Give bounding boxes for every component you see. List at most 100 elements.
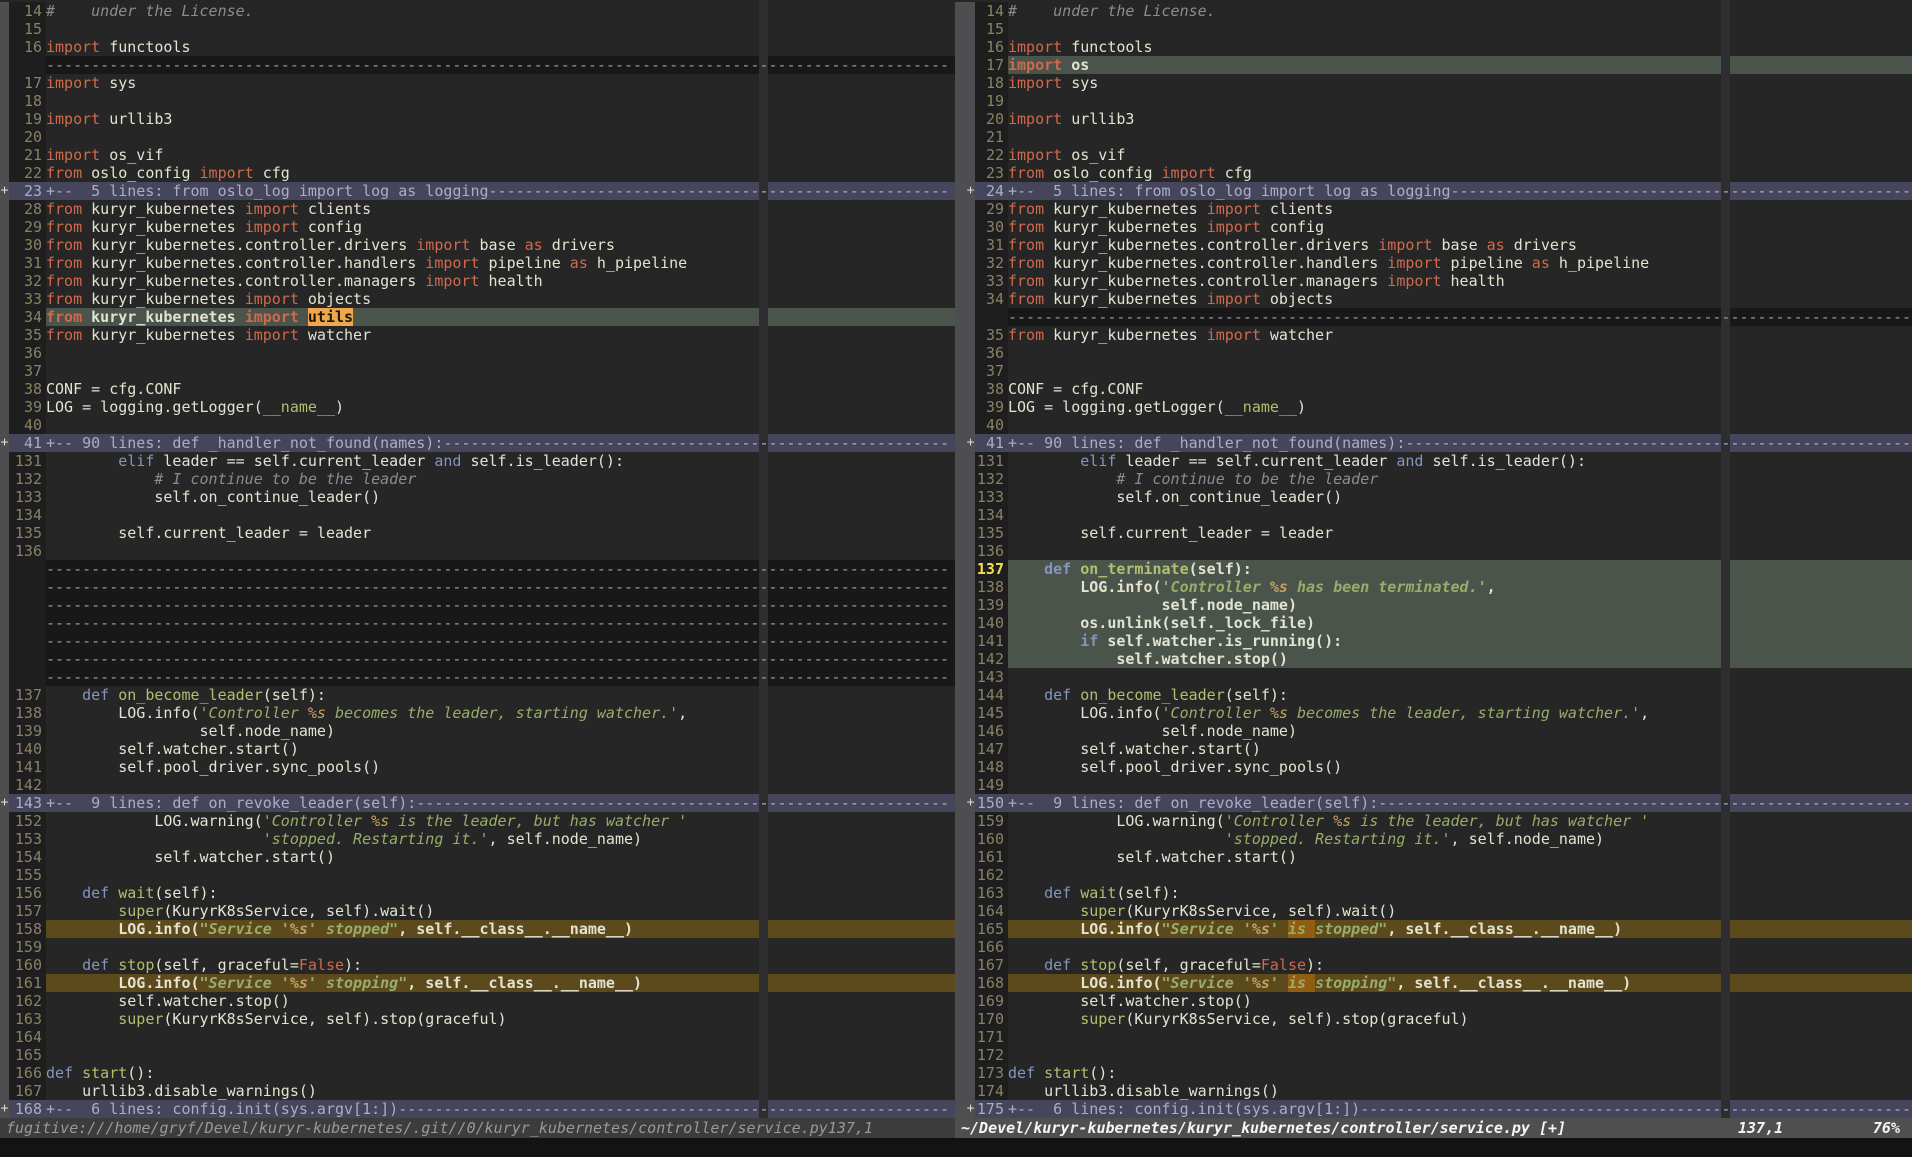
line-text[interactable]: CONF = cfg.CONF [46,380,955,398]
diff-filler-line[interactable]: ----------------------------------------… [0,578,955,596]
code-line[interactable]: 132 # I continue to be the leader [0,470,955,488]
code-line[interactable]: 146 self.node_name) [955,722,1912,740]
code-line[interactable]: 32from kuryr_kubernetes.controller.handl… [955,254,1912,272]
line-text[interactable]: from kuryr_kubernetes.controller.drivers… [1008,236,1912,254]
diff-filler-line[interactable]: ----------------------------------------… [0,650,955,668]
code-line[interactable]: 138 LOG.info('Controller %s becomes the … [0,704,955,722]
line-text[interactable] [1008,128,1912,146]
line-text[interactable]: from kuryr_kubernetes.controller.handler… [46,254,955,272]
line-text[interactable]: ----------------------------------------… [46,614,955,632]
code-line[interactable]: 136 [955,542,1912,560]
line-text[interactable]: self.on_continue_leader() [46,488,955,506]
code-line[interactable]: 18import sys [955,74,1912,92]
line-text[interactable]: self.on_continue_leader() [1008,488,1912,506]
diff-filler-line[interactable]: ----------------------------------------… [0,614,955,632]
line-text[interactable] [1008,344,1912,362]
line-text[interactable]: LOG.info('Controller %s becomes the lead… [1008,704,1912,722]
line-text[interactable] [46,92,955,110]
fold-line[interactable]: +41+-- 90 lines: def _handler_not_found(… [0,434,955,452]
line-text[interactable]: 'stopped. Restarting it.', self.node_nam… [46,830,955,848]
code-line[interactable]: 35from kuryr_kubernetes import watcher [955,326,1912,344]
line-text[interactable]: +-- 9 lines: def on_revoke_leader(self):… [46,794,955,812]
code-line[interactable]: 14# under the License. [955,2,1912,20]
code-line[interactable]: 169 self.watcher.stop() [955,992,1912,1010]
line-text[interactable]: from kuryr_kubernetes import config [46,218,955,236]
code-line[interactable]: 139 self.node_name) [0,722,955,740]
line-text[interactable]: # under the License. [46,2,955,20]
code-line[interactable]: 131 elif leader == self.current_leader a… [955,452,1912,470]
fold-line[interactable]: +41+-- 90 lines: def _handler_not_found(… [955,434,1912,452]
line-text[interactable]: self.watcher.stop() [46,992,955,1010]
line-text[interactable]: self.node_name) [1008,722,1912,740]
code-line[interactable]: 170 super(KuryrK8sService, self).stop(gr… [955,1010,1912,1028]
line-text[interactable] [46,416,955,434]
code-line[interactable]: 29from kuryr_kubernetes import config [0,218,955,236]
code-line[interactable]: 165 [0,1046,955,1064]
diff-filler-line[interactable]: ----------------------------------------… [0,632,955,650]
code-line[interactable]: 174 urllib3.disable_warnings() [955,1082,1912,1100]
line-text[interactable]: elif leader == self.current_leader and s… [1008,452,1912,470]
line-text[interactable]: self.watcher.stop() [1008,992,1912,1010]
line-text[interactable]: from kuryr_kubernetes import objects [1008,290,1912,308]
line-text[interactable]: elif leader == self.current_leader and s… [46,452,955,470]
code-line[interactable]: 132 # I continue to be the leader [955,470,1912,488]
diff-filler-line[interactable]: ----------------------------------------… [0,668,955,686]
line-text[interactable]: LOG.info("Service '%s' is stopped", self… [1008,920,1912,938]
code-line[interactable]: 161 self.watcher.start() [955,848,1912,866]
code-line[interactable]: 161 LOG.info("Service '%s' stopping", se… [0,974,955,992]
line-text[interactable]: +-- 9 lines: def on_revoke_leader(self):… [1008,794,1912,812]
fold-column-plus-icon[interactable]: + [0,794,9,812]
line-text[interactable]: super(KuryrK8sService, self).stop(gracef… [1008,1010,1912,1028]
line-text[interactable]: LOG = logging.getLogger(__name__) [46,398,955,416]
code-line[interactable]: 31from kuryr_kubernetes.controller.handl… [0,254,955,272]
line-text[interactable]: from kuryr_kubernetes import utils [46,308,955,326]
code-line[interactable]: 34from kuryr_kubernetes import objects [955,290,1912,308]
line-text[interactable]: LOG.warning('Controller %s is the leader… [1008,812,1912,830]
line-text[interactable]: +-- 6 lines: config.init(sys.argv[1:])--… [1008,1100,1912,1118]
code-line[interactable]: 155 [0,866,955,884]
line-text[interactable]: from kuryr_kubernetes import clients [1008,200,1912,218]
line-text[interactable] [1008,362,1912,380]
line-text[interactable]: def on_become_leader(self): [46,686,955,704]
line-text[interactable]: def on_terminate(self): [1008,560,1912,578]
line-text[interactable]: from kuryr_kubernetes import watcher [46,326,955,344]
code-line[interactable]: 31from kuryr_kubernetes.controller.drive… [955,236,1912,254]
code-line[interactable]: 19 [955,92,1912,110]
line-text[interactable]: self.watcher.start() [1008,740,1912,758]
line-text[interactable]: ----------------------------------------… [46,56,955,74]
code-line[interactable]: 144 def on_become_leader(self): [955,686,1912,704]
code-line[interactable]: 37 [955,362,1912,380]
code-line[interactable]: 135 self.current_leader = leader [0,524,955,542]
line-text[interactable] [1008,866,1912,884]
line-text[interactable]: self.watcher.start() [46,848,955,866]
line-text[interactable] [46,506,955,524]
code-line[interactable]: 157 super(KuryrK8sService, self).wait() [0,902,955,920]
line-text[interactable]: ----------------------------------------… [46,596,955,614]
code-line[interactable]: 38CONF = cfg.CONF [0,380,955,398]
line-text[interactable]: 'stopped. Restarting it.', self.node_nam… [1008,830,1912,848]
line-text[interactable] [1008,1028,1912,1046]
line-text[interactable]: +-- 90 lines: def _handler_not_found(nam… [46,434,955,452]
code-line[interactable]: 160 'stopped. Restarting it.', self.node… [955,830,1912,848]
line-text[interactable]: LOG.info('Controller %s becomes the lead… [46,704,955,722]
line-text[interactable]: # under the License. [1008,2,1912,20]
code-line[interactable]: 149 [955,776,1912,794]
code-line[interactable]: 15 [0,20,955,38]
code-line[interactable]: 33from kuryr_kubernetes import objects [0,290,955,308]
line-text[interactable] [1008,506,1912,524]
line-text[interactable]: +-- 5 lines: from oslo_log import log as… [1008,182,1912,200]
line-text[interactable] [1008,416,1912,434]
code-line[interactable]: 164 [0,1028,955,1046]
line-text[interactable]: def stop(self, graceful=False): [46,956,955,974]
line-text[interactable]: self.pool_driver.sync_pools() [1008,758,1912,776]
command-line[interactable] [0,1138,1912,1157]
line-text[interactable]: +-- 90 lines: def _handler_not_found(nam… [1008,434,1912,452]
line-text[interactable]: def on_become_leader(self): [1008,686,1912,704]
line-text[interactable]: def start(): [46,1064,955,1082]
line-text[interactable] [46,866,955,884]
fold-column-plus-icon[interactable]: + [0,1100,9,1118]
code-line[interactable]: 173def start(): [955,1064,1912,1082]
code-line[interactable]: 22from oslo_config import cfg [0,164,955,182]
line-text[interactable]: import urllib3 [46,110,955,128]
code-line[interactable]: 133 self.on_continue_leader() [0,488,955,506]
